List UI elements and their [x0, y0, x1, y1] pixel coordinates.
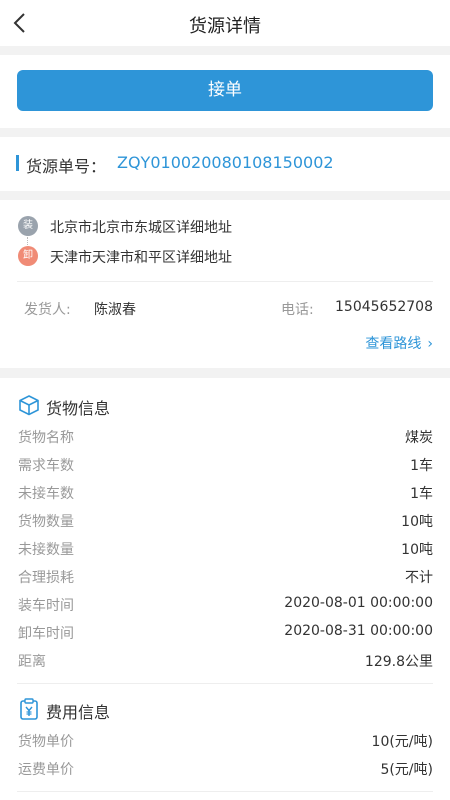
route-connector: [27, 237, 28, 245]
order-number-section: 货源单号： ZQY010020080108150002: [0, 137, 450, 191]
row-key: 货物单价: [18, 734, 74, 750]
unload-address: 天津市天津市和平区详细地址: [50, 250, 232, 266]
view-route-label: 查看路线: [365, 336, 422, 352]
goods-row: 货物数量 10吨: [18, 511, 433, 533]
accept-section: 接单: [0, 55, 450, 128]
divider: [17, 281, 433, 282]
fee-row: 运费单价 5(元/吨): [18, 759, 433, 781]
phone-label: 电话:: [281, 302, 314, 318]
divider: [17, 791, 433, 792]
row-value: 不计: [405, 570, 433, 586]
order-number-value: ZQY010020080108150002: [117, 153, 334, 172]
sender-label: 发货人:: [24, 302, 71, 318]
row-key: 货物数量: [18, 514, 74, 530]
load-address: 北京市北京市东城区详细地址: [50, 220, 232, 236]
goods-row: 货物名称 煤炭: [18, 427, 433, 449]
row-value: 1车: [410, 486, 433, 502]
row-value: 5(元/吨): [380, 762, 433, 778]
row-key: 距离: [18, 654, 46, 670]
row-value: 129.8公里: [364, 654, 433, 670]
load-badge: 装: [18, 216, 38, 236]
route-section: 装 卸 北京市北京市东城区详细地址 天津市天津市和平区详细地址 发货人: 陈淑春…: [0, 200, 450, 368]
row-value: 2020-08-01 00:00:00: [284, 595, 433, 611]
goods-row: 卸车时间 2020-08-31 00:00:00: [18, 623, 433, 645]
row-value: 1车: [410, 458, 433, 474]
goods-row: 合理损耗 不计: [18, 567, 433, 589]
sender-name: 陈淑春: [94, 302, 136, 318]
unload-badge: 卸: [18, 246, 38, 266]
fee-row: 货物单价 10(元/吨): [18, 731, 433, 753]
phone-number[interactable]: 15045652708: [335, 299, 433, 315]
fee-info-title: 费用信息: [46, 703, 111, 722]
row-key: 货物名称: [18, 430, 74, 446]
row-value: 10吨: [401, 542, 433, 558]
chevron-right-icon: ›: [427, 336, 433, 352]
row-value: 10(元/吨): [371, 734, 433, 750]
details-section: 货物信息 货物名称 煤炭 需求车数 1车 未接车数 1车 货物数量 10吨 未接数量 10…: [0, 378, 450, 800]
view-route-link[interactable]: 查看路线 ›: [365, 333, 433, 353]
goods-row: 装车时间 2020-08-01 00:00:00: [18, 595, 433, 617]
row-key: 未接车数: [18, 486, 74, 502]
row-key: 合理损耗: [18, 570, 74, 586]
order-number-label: 货源单号：: [26, 157, 107, 176]
row-value: 10吨: [401, 514, 433, 530]
section-accent-bar: [16, 155, 19, 171]
row-key: 卸车时间: [18, 626, 74, 642]
page-title: 货源详情: [189, 16, 261, 37]
goods-row: 距离 129.8公里: [18, 651, 433, 673]
accept-order-button[interactable]: 接单: [17, 70, 433, 111]
row-key: 运费单价: [18, 762, 74, 778]
row-key: 未接数量: [18, 542, 74, 558]
goods-info-title: 货物信息: [46, 399, 111, 418]
goods-row: 需求车数 1车: [18, 455, 433, 477]
row-key: 需求车数: [18, 458, 74, 474]
row-value: 2020-08-31 00:00:00: [284, 623, 433, 639]
header-bar: 货源详情: [0, 0, 450, 46]
goods-row: 未接车数 1车: [18, 483, 433, 505]
goods-row: 未接数量 10吨: [18, 539, 433, 561]
row-key: 装车时间: [18, 598, 74, 614]
receipt-yen-icon: [20, 698, 38, 720]
divider: [17, 683, 433, 684]
package-icon: [19, 395, 39, 416]
row-value: 煤炭: [405, 430, 433, 446]
